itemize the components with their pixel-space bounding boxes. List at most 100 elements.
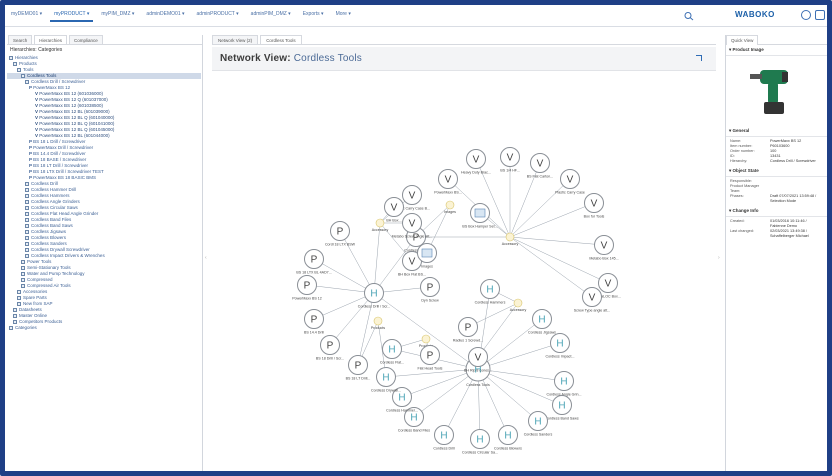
node-label: BS 1/4 HF... [500, 169, 519, 173]
folder-icon [13, 313, 17, 318]
graph-node[interactable]: H Cordless Flat... [380, 339, 404, 365]
tab-myproduct[interactable]: myPRODUCT ▾ [50, 8, 94, 22]
right-splitter-handle[interactable]: › [718, 255, 721, 265]
graph-node[interactable]: P Radius 1 Screwd... [453, 317, 483, 343]
tree-item-label: Accessories [23, 289, 48, 294]
graph-node[interactable]: V Box for Tools [584, 193, 605, 219]
graph-node[interactable]: H Cordless Drill / Scr... [358, 283, 391, 309]
node-label: Box for Tools [584, 215, 605, 219]
graph-node[interactable]: P BS 14.4 Drill [304, 309, 324, 335]
node-type-label: V [391, 203, 398, 214]
quick-view-tab[interactable]: Quick View [726, 35, 759, 45]
graph-node[interactable]: P BS 18 Drill / Scr... [316, 335, 344, 361]
graph-node[interactable]: H Cordless Circular Sa... [462, 429, 498, 455]
graph-node[interactable]: P BS 18 LTX BL 4AD7... [296, 249, 332, 275]
graph-node[interactable]: P Cordl 18 LTX BSW [325, 221, 356, 247]
graph-node[interactable]: H Cordless Jigsaws [528, 309, 556, 335]
change-info-heading[interactable]: ▾ Change Info [726, 206, 827, 217]
info-value: Cordless Drill / Screwdriver [770, 159, 816, 163]
tree-item-label: PowerMaxx BS 12 BL (601039000) [39, 109, 110, 114]
change-info-heading-label: Change Info [732, 208, 759, 213]
node-label: Cordless Band Saws [545, 417, 579, 421]
graph-node[interactable]: H Cordless Hammers [475, 279, 506, 305]
info-key: Created: [730, 219, 745, 223]
graph-node[interactable]: V BH Box... [384, 197, 404, 223]
tab-mydemo01[interactable]: myDEMO01 ▾ [7, 8, 46, 22]
node-label: BH Box Flat BS... [398, 273, 426, 277]
node-label: Metabo Box 145... [589, 257, 618, 261]
graph-node[interactable]: V Metabo Screw angle att... [392, 213, 433, 239]
graph-node[interactable]: BS Box Hamper Set... [462, 203, 498, 229]
graph-node[interactable]: P PowerMaxx BS 12 [292, 275, 322, 301]
node-type-label: V [605, 279, 612, 290]
tree-item-label: PowerMaxx BS 12 (601036000) [39, 91, 104, 96]
relation-hub[interactable]: Accessory [502, 232, 519, 246]
tree-item-label: Cordless Drill [31, 181, 58, 186]
tree-item-label: Cordless Hammer Drill [31, 187, 77, 192]
graph-node[interactable]: H Cordless Drill [433, 425, 455, 451]
change-info: Created: 01/03/2016 10:11:46 / Fabienne D… [726, 217, 827, 241]
graph-node[interactable]: V BS Flat Carton... [527, 153, 554, 179]
graph-node[interactable]: V Metabo Box 145... [589, 235, 619, 261]
tree-item-label: New from SAP [23, 301, 53, 306]
node-type-label: H [538, 315, 545, 326]
graph-node[interactable]: H Cordless Blowers [494, 425, 522, 451]
tree-item-label: BS 14.4 Drill / Screwdriver [33, 151, 86, 156]
node-label: Cordless Band Files [398, 429, 430, 433]
folder-icon [25, 79, 29, 84]
tree-item-label: Cordless Band Saws [31, 223, 73, 228]
tab-admindemo01[interactable]: adminDEMO01 ▾ [142, 8, 188, 22]
tree-item[interactable]: Categories [9, 325, 37, 331]
graph-edge [329, 292, 375, 346]
user-icon[interactable] [815, 10, 825, 20]
hub-icon [505, 232, 515, 242]
help-icon[interactable] [801, 10, 811, 20]
tab-search[interactable]: Search [8, 35, 33, 44]
tab-more[interactable]: More ▾ [332, 8, 355, 22]
tab-hierarchies[interactable]: Hierarchies [34, 35, 68, 44]
hub-label: Accessory [502, 242, 519, 246]
graph-node[interactable]: V PowerMaxx BS... [434, 169, 462, 195]
graph-node[interactable]: V Plastic Carry Case [555, 169, 585, 195]
folder-icon [25, 199, 29, 204]
node-type-label: P [427, 283, 434, 294]
general-heading[interactable]: ▾ General [726, 126, 827, 137]
graph-node[interactable]: V BS 1/4 HF... [500, 147, 520, 173]
tab-mypim-dmz[interactable]: myPIM_DMZ ▾ [97, 8, 138, 22]
node-type-label: P [327, 341, 334, 352]
graph-node[interactable]: P BS 18 LT Drill... [346, 355, 371, 381]
graph-node[interactable]: P Dyn Screw [420, 277, 440, 303]
left-splitter-handle[interactable]: ‹ [205, 255, 208, 265]
graph-edge [373, 222, 381, 294]
folder-icon [13, 307, 17, 312]
quick-view-panel: Quick View ▾ Product Image ▾ General Nam… [725, 35, 827, 471]
tab-adminproduct[interactable]: adminPRODUCT ▾ [193, 8, 243, 22]
tree-item-label: Compressed Air Tools [27, 283, 71, 288]
relation-hub[interactable]: Products [371, 316, 385, 330]
tree-item-label: Products [19, 61, 37, 66]
tab-exports[interactable]: Exports ▾ [299, 8, 328, 22]
hub-icon [445, 200, 455, 210]
search-icon[interactable] [683, 11, 697, 21]
node-type-label: V [589, 293, 596, 304]
graph-node[interactable]: Images [417, 243, 437, 269]
node-type-label: P [465, 323, 472, 334]
node-label: BS Box Hamper Set... [462, 225, 497, 229]
product-image-heading[interactable]: ▾ Product Image [726, 45, 827, 56]
node-label: PowerMaxx BS 12 [292, 297, 322, 301]
graph-node[interactable]: V BH Rip 8 cones... [464, 347, 492, 373]
tab-adminpim-dmz[interactable]: adminPIM_DMZ ▾ [247, 8, 295, 22]
graph-node[interactable]: H Cordless Band Saws [545, 395, 579, 421]
network-graph[interactable]: Accessory Images Accessory Accessory Product… [212, 35, 716, 471]
graph-node[interactable]: HCordless Angle Grin... [547, 371, 582, 397]
graph-node[interactable]: H Cordless Sanders [524, 411, 553, 437]
tab-compliance[interactable]: Compliance [69, 35, 103, 44]
node-label: Cordless Impact... [546, 355, 575, 359]
graph-node[interactable]: P Flat Head Tools [418, 345, 443, 371]
graph-node[interactable]: V Heavy Duty Brac... [461, 149, 491, 175]
node-type-label: H [398, 393, 405, 404]
hierarchy-tree: Hierarchies Products Tools Cordless Tools Co… [7, 55, 202, 455]
relation-hub[interactable]: Images [444, 200, 456, 214]
object-state-heading[interactable]: ▾ Object State [726, 166, 827, 177]
graph-node[interactable]: H Cordless Drywall... [371, 367, 401, 393]
